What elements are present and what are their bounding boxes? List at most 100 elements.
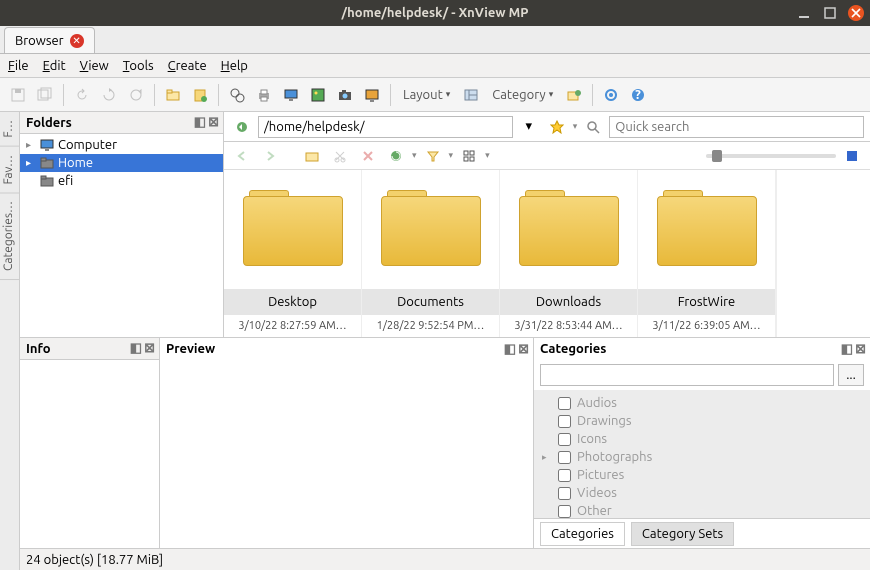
status-text: 24 object(s) [18.77 MiB] (26, 553, 163, 567)
tag-folder-icon[interactable] (562, 83, 586, 107)
camera-icon[interactable] (333, 83, 357, 107)
menu-view[interactable]: View (80, 59, 109, 73)
thumb-date: 3/10/22 8:27:59 AM… (224, 315, 361, 337)
search-input[interactable] (609, 116, 864, 138)
thumb-item[interactable]: FrostWire 3/11/22 6:39:05 AM… (638, 170, 776, 337)
tab-categories[interactable]: Categories (540, 522, 625, 546)
close-tab-icon[interactable]: ✕ (70, 34, 84, 48)
sidetab-f[interactable]: F… (0, 112, 19, 147)
menu-create[interactable]: Create (168, 59, 207, 73)
expand-icon[interactable]: ▸ (26, 157, 36, 169)
category-item[interactable]: Audios (542, 394, 862, 412)
fullscreen-icon[interactable] (840, 144, 864, 168)
sidetab-fav[interactable]: Fav… (0, 147, 19, 193)
thumb-item[interactable]: Downloads 3/31/22 8:53:44 AM… (500, 170, 638, 337)
view-mode-icon[interactable] (457, 144, 481, 168)
open-file-icon[interactable] (161, 83, 185, 107)
folder-tree[interactable]: ▸ Computer ▸ Home efi (20, 134, 223, 337)
layout-dropdown[interactable]: Layout ▾ (397, 88, 456, 102)
menu-file[interactable]: File (8, 59, 29, 73)
preview-header: Preview ◧⊠ (160, 338, 533, 360)
save-icon[interactable] (6, 83, 30, 107)
clipboard-icon[interactable] (188, 83, 212, 107)
preview-pane: Preview ◧⊠ (160, 338, 534, 548)
category-item[interactable]: Other (542, 502, 862, 518)
undo-icon[interactable] (70, 83, 94, 107)
folders-pane: Folders ◧⊠ ▸ Computer ▸ Home (20, 112, 224, 337)
close-pane-icon[interactable]: ⊠ (518, 342, 529, 357)
tab-category-sets[interactable]: Category Sets (631, 522, 734, 546)
help-icon[interactable]: ? (626, 83, 650, 107)
monitor-icon (40, 139, 54, 151)
folder-icon (657, 190, 757, 270)
save-all-icon[interactable] (33, 83, 57, 107)
status-bar: 24 object(s) [18.77 MiB] (20, 548, 870, 570)
category-item[interactable]: Drawings (542, 412, 862, 430)
delete-icon[interactable] (356, 144, 380, 168)
sidetab-categories[interactable]: Categories… (0, 193, 19, 280)
expand-icon[interactable]: ▸ (26, 139, 36, 151)
search-icon[interactable] (225, 83, 249, 107)
zoom-slider[interactable] (706, 144, 864, 168)
thumb-item[interactable]: Desktop 3/10/22 8:27:59 AM… (224, 170, 362, 337)
path-input[interactable] (258, 116, 513, 138)
undock-icon[interactable]: ◧ (194, 115, 206, 130)
undock-icon[interactable]: ◧ (841, 342, 853, 357)
thumb-label: Documents (362, 289, 499, 315)
refresh-icon[interactable] (384, 144, 408, 168)
menubar: File Edit View Tools Create Help (0, 54, 870, 78)
tab-browser[interactable]: Browser ✕ (4, 27, 95, 53)
tree-node-computer[interactable]: ▸ Computer (20, 136, 223, 154)
reload-icon[interactable] (124, 83, 148, 107)
category-filter-input[interactable] (540, 364, 834, 386)
filter-icon[interactable] (421, 144, 445, 168)
folder-icon (519, 190, 619, 270)
thumb-label: Desktop (224, 289, 361, 315)
close-pane-icon[interactable]: ⊠ (144, 341, 155, 356)
category-dropdown[interactable]: Category ▾ (486, 88, 559, 102)
thumb-label: Downloads (500, 289, 637, 315)
undock-icon[interactable]: ◧ (504, 342, 516, 357)
close-pane-icon[interactable]: ⊠ (855, 342, 866, 357)
print-icon[interactable] (252, 83, 276, 107)
back-icon[interactable] (230, 144, 254, 168)
minimize-button[interactable] (796, 5, 812, 21)
category-item[interactable]: ▸Photographs (542, 448, 862, 466)
search-icon[interactable] (581, 115, 605, 139)
favorite-icon[interactable] (545, 115, 569, 139)
folder-icon (40, 157, 54, 169)
open-folder-icon[interactable] (300, 144, 324, 168)
path-dropdown-icon[interactable]: ▾ (517, 115, 541, 139)
sync-tree-icon[interactable] (230, 115, 254, 139)
forward-icon[interactable] (258, 144, 282, 168)
slideshow-icon[interactable] (360, 83, 384, 107)
zoom-thumb[interactable] (712, 150, 722, 162)
monitor-icon[interactable] (279, 83, 303, 107)
thumb-date: 3/11/22 6:39:05 AM… (638, 315, 775, 337)
thumbnail-grid[interactable]: Desktop 3/10/22 8:27:59 AM… Documents 1/… (224, 170, 870, 337)
category-item[interactable]: Videos (542, 484, 862, 502)
settings-icon[interactable] (599, 83, 623, 107)
info-pane: Info ◧⊠ (20, 338, 160, 548)
main-toolbar: Layout ▾ Category ▾ ? (0, 78, 870, 112)
menu-help[interactable]: Help (221, 59, 248, 73)
maximize-button[interactable] (822, 5, 838, 21)
category-item[interactable]: Icons (542, 430, 862, 448)
categories-header: Categories ◧⊠ (534, 338, 870, 360)
category-more-button[interactable]: ... (838, 364, 864, 386)
cut-icon[interactable] (328, 144, 352, 168)
refresh-icon[interactable] (97, 83, 121, 107)
close-pane-icon[interactable]: ⊠ (208, 115, 219, 130)
layout-preset-icon[interactable] (459, 83, 483, 107)
undock-icon[interactable]: ◧ (130, 341, 142, 356)
close-button[interactable] (848, 5, 864, 21)
tree-node-efi[interactable]: efi (20, 172, 223, 190)
menu-tools[interactable]: Tools (123, 59, 154, 73)
menu-edit[interactable]: Edit (43, 59, 66, 73)
folder-icon (381, 190, 481, 270)
category-list[interactable]: Audios Drawings Icons ▸Photographs Pictu… (534, 390, 870, 518)
thumb-item[interactable]: Documents 1/28/22 9:52:54 PM… (362, 170, 500, 337)
category-item[interactable]: Pictures (542, 466, 862, 484)
tree-node-home[interactable]: ▸ Home (20, 154, 223, 172)
image-icon[interactable] (306, 83, 330, 107)
